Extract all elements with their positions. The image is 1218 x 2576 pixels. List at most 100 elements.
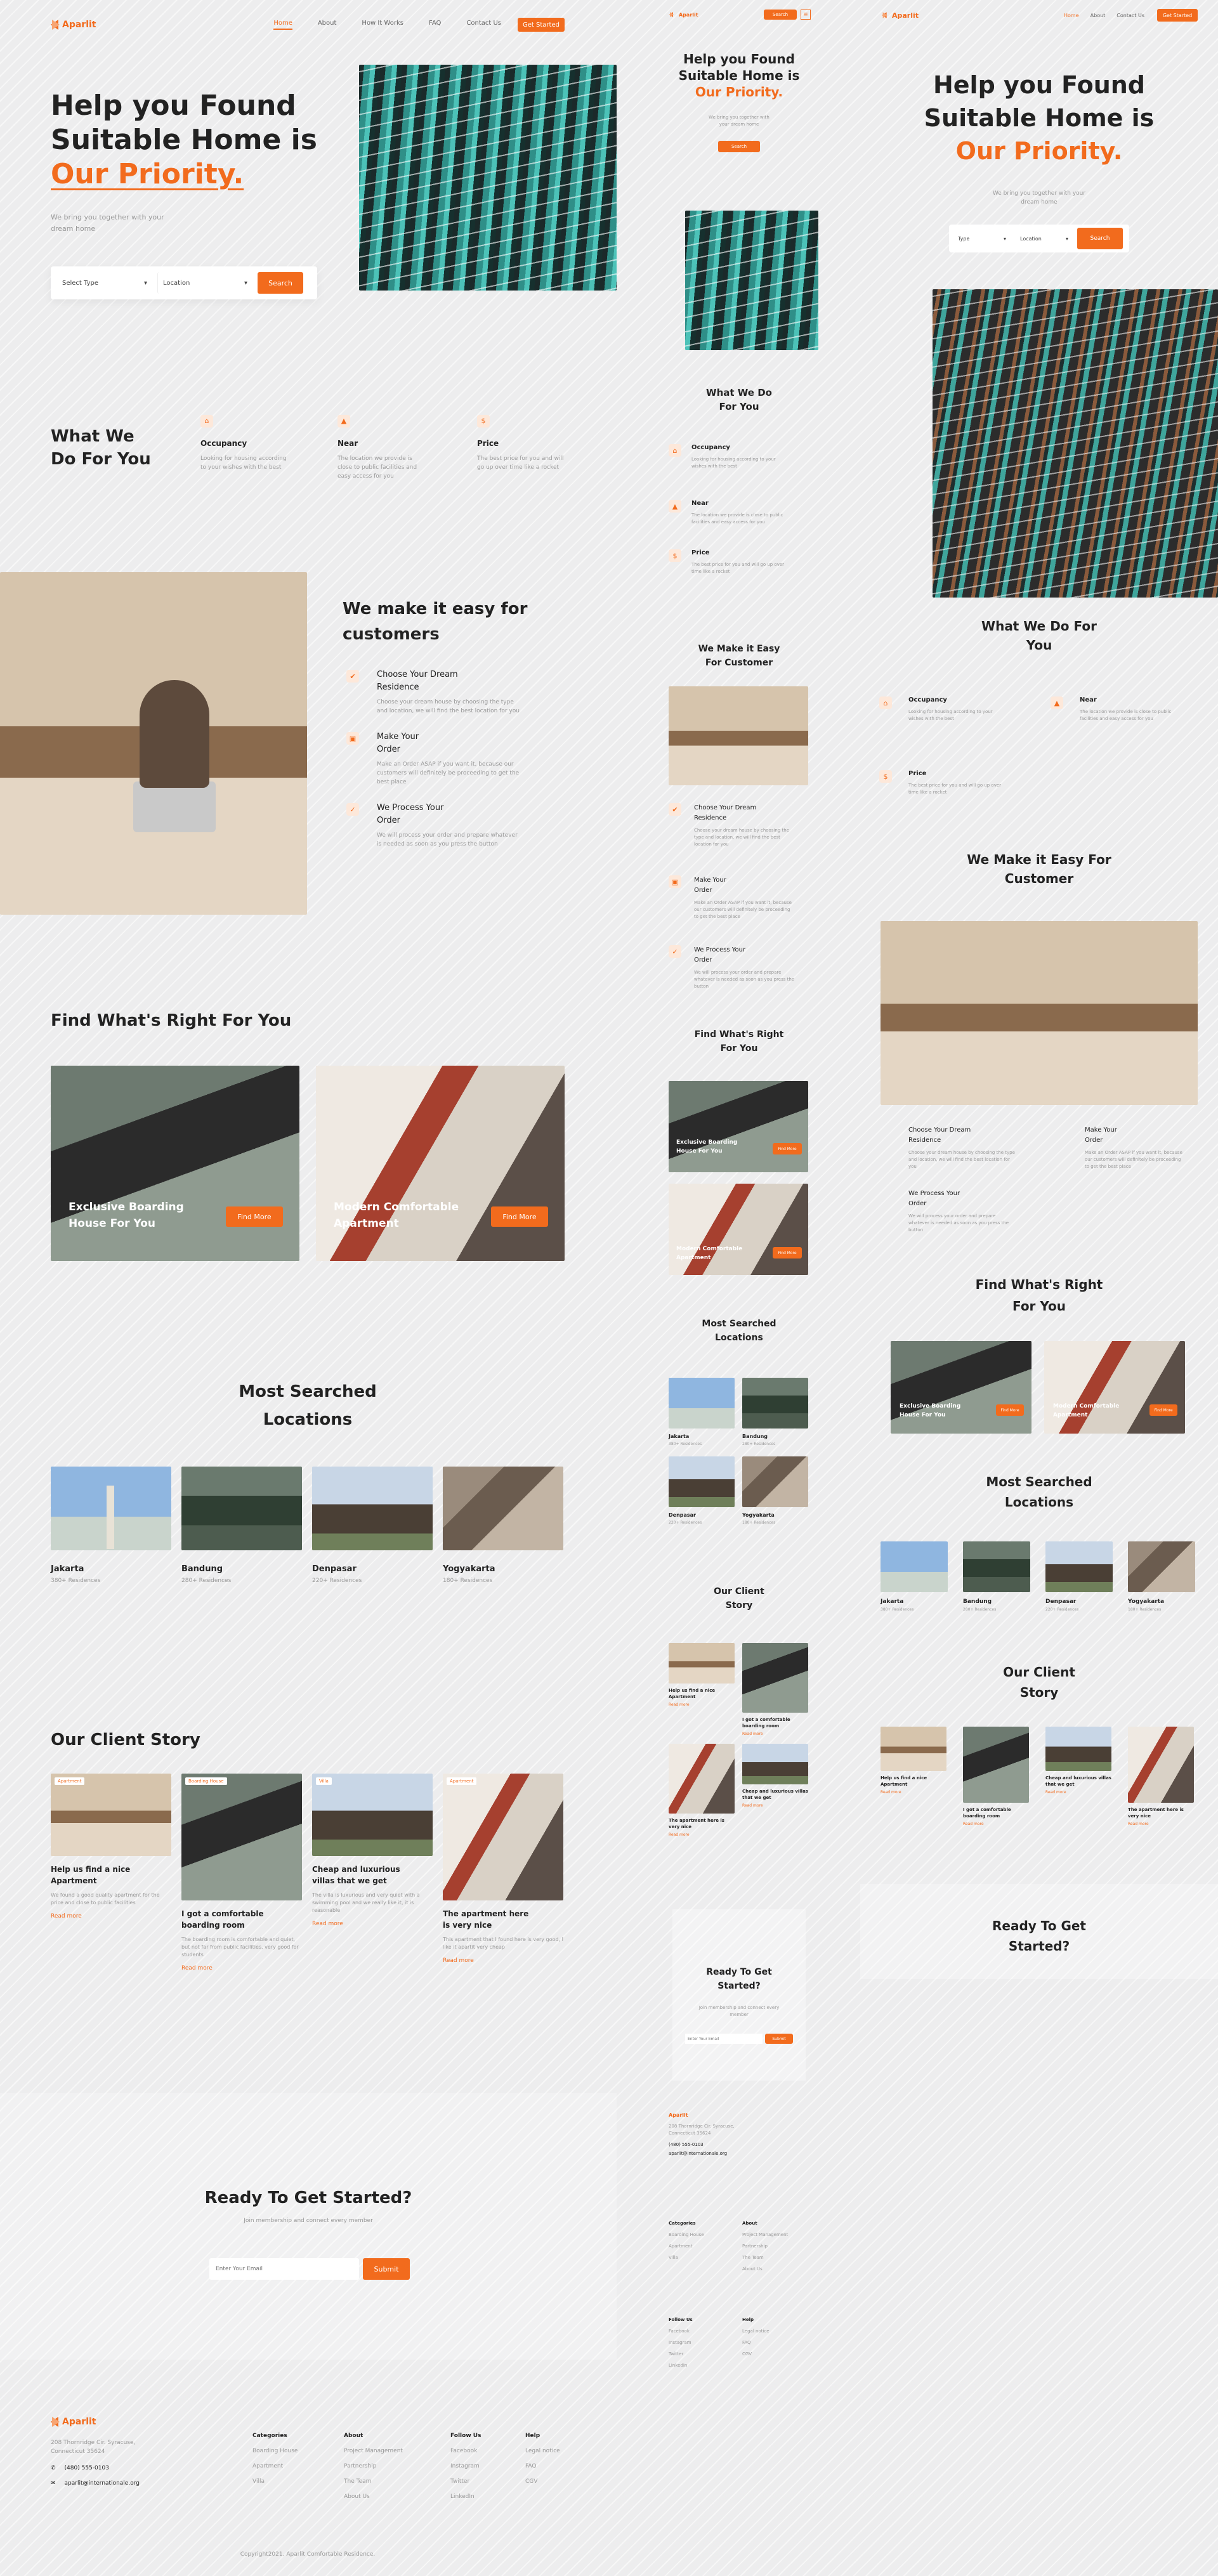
read-more-link[interactable]: Read more — [742, 1803, 808, 1808]
read-more-link[interactable]: Read more — [312, 1921, 433, 1927]
search-button[interactable]: Search — [258, 272, 303, 294]
footer-link[interactable]: Boarding House — [669, 2229, 704, 2240]
footer-link[interactable]: About Us — [344, 2489, 403, 2504]
footer-link[interactable]: The Team — [344, 2474, 403, 2489]
email-input[interactable] — [209, 2258, 359, 2280]
footer-link[interactable]: Legal notice — [742, 2325, 769, 2337]
location-card[interactable]: Jakarta 380+ Residences — [669, 1378, 735, 1446]
find-more-button[interactable]: Find More — [1149, 1404, 1177, 1416]
footer-link[interactable]: Partnership — [344, 2459, 403, 2474]
nav-faq[interactable]: FAQ — [429, 20, 441, 30]
nav-home[interactable]: Home — [1064, 13, 1079, 18]
apartment-card[interactable]: Modern Comfortable Apartment Find More — [316, 1066, 565, 1261]
footer-link[interactable]: Boarding House — [252, 2443, 298, 2459]
read-more-link[interactable]: Read more — [443, 1958, 563, 1964]
footer-link[interactable]: Partnership — [742, 2240, 788, 2252]
mobile-search-button[interactable]: Search — [764, 10, 797, 20]
location-card[interactable]: Denpasar 220+ Residences — [1045, 1541, 1113, 1612]
brand-logo[interactable]: Aparlit — [881, 10, 919, 20]
read-more-link[interactable]: Read more — [51, 1913, 171, 1919]
footer-logo[interactable]: Aparlit — [669, 2112, 809, 2118]
location-card[interactable]: Yogyakarta 180+ Residences — [1128, 1541, 1195, 1612]
read-more-link[interactable]: Read more — [669, 1833, 735, 1837]
location-card[interactable]: Bandung 280+ Residences — [742, 1378, 808, 1446]
mobile-apartment-card[interactable]: Modern Comfortable Apartment Find More — [669, 1184, 808, 1275]
brand-logo[interactable]: Aparlit — [667, 10, 698, 20]
search-button[interactable]: Search — [1077, 228, 1123, 249]
footer-link[interactable]: FAQ — [742, 2337, 769, 2348]
get-started-button[interactable]: Get Started — [518, 18, 565, 32]
location-card[interactable]: Bandung 280+ Residences — [963, 1541, 1030, 1612]
story-card[interactable]: The apartment here is very nice Read more — [1128, 1727, 1194, 1826]
email-input[interactable] — [685, 2034, 763, 2044]
location-card[interactable]: Jakarta 380+ Residences — [51, 1467, 171, 1584]
type-select[interactable]: Type ▾ — [953, 229, 1011, 248]
tablet-boarding-card[interactable]: Exclusive Boarding House For You Find Mo… — [891, 1341, 1031, 1434]
footer-link[interactable]: Instagram — [450, 2459, 481, 2474]
brand-logo[interactable]: Aparlit — [51, 20, 96, 30]
read-more-link[interactable]: Read more — [1128, 1822, 1194, 1826]
location-card[interactable]: Yogyakarta 180+ Residences — [443, 1467, 563, 1584]
footer-link[interactable]: Project Management — [742, 2229, 788, 2240]
footer-link[interactable]: Apartment — [252, 2459, 298, 2474]
nav-contact[interactable]: Contact Us — [1116, 13, 1144, 18]
footer-link[interactable]: Facebook — [450, 2443, 481, 2459]
story-card[interactable]: Boarding House I got a comfortable board… — [181, 1774, 302, 1971]
nav-about[interactable]: About — [318, 20, 337, 30]
footer-link[interactable]: Facebook — [669, 2325, 693, 2337]
read-more-link[interactable]: Read more — [181, 1965, 302, 1971]
read-more-link[interactable]: Read more — [881, 1790, 946, 1795]
footer-link[interactable]: Twitter — [669, 2348, 693, 2360]
type-select[interactable]: Select Type ▾ — [57, 272, 152, 294]
footer-link[interactable]: LinkedIn — [669, 2360, 693, 2371]
story-card[interactable]: Cheap and luxurious villas that we get Re… — [742, 1744, 808, 1837]
find-more-button[interactable]: Find More — [226, 1206, 283, 1227]
nav-about[interactable]: About — [1090, 13, 1106, 18]
mobile-boarding-card[interactable]: Exclusive Boarding House For You Find Mo… — [669, 1081, 808, 1172]
find-more-button[interactable]: Find More — [773, 1247, 802, 1259]
read-more-link[interactable]: Read more — [742, 1732, 808, 1736]
footer-link[interactable]: Legal notice — [525, 2443, 560, 2459]
menu-icon[interactable]: ≡ — [801, 10, 811, 20]
story-card[interactable]: I got a comfortable boarding room Read mo… — [742, 1643, 808, 1736]
location-card[interactable]: Yogyakarta 180+ Residences — [742, 1456, 808, 1525]
story-card[interactable]: Help us find a nice Apartment Read more — [669, 1643, 735, 1736]
find-more-button[interactable]: Find More — [996, 1404, 1024, 1416]
tablet-apartment-card[interactable]: Modern Comfortable Apartment Find More — [1044, 1341, 1185, 1434]
nav-contact[interactable]: Contact Us — [466, 20, 501, 30]
story-card[interactable]: Villa Cheap and luxurious villas that we… — [312, 1774, 433, 1927]
footer-link[interactable]: Villa — [669, 2252, 704, 2263]
story-card[interactable]: Help us find a nice Apartment Read more — [881, 1727, 946, 1826]
footer-link[interactable]: The Team — [742, 2252, 788, 2263]
location-card[interactable]: Denpasar 220+ Residences — [312, 1467, 433, 1584]
footer-link[interactable]: CGV — [525, 2474, 560, 2489]
footer-link[interactable]: Project Management — [344, 2443, 403, 2459]
nav-home[interactable]: Home — [273, 20, 292, 30]
story-card[interactable]: The apartment here is very nice Read more — [669, 1744, 735, 1837]
footer-link[interactable]: Twitter — [450, 2474, 481, 2489]
find-more-button[interactable]: Find More — [491, 1206, 548, 1227]
boarding-house-card[interactable]: Exclusive Boarding House For You Find Mo… — [51, 1066, 299, 1261]
location-select[interactable]: Location ▾ — [1015, 229, 1073, 248]
location-card[interactable]: Denpasar 220+ Residences — [669, 1456, 735, 1525]
footer-link[interactable]: Villa — [252, 2474, 298, 2489]
footer-link[interactable]: CGV — [742, 2348, 769, 2360]
submit-button[interactable]: Submit — [765, 2034, 793, 2044]
read-more-link[interactable]: Read more — [1045, 1790, 1111, 1795]
location-select[interactable]: Location ▾ — [157, 272, 252, 294]
footer-link[interactable]: About Us — [742, 2263, 788, 2275]
story-card[interactable]: Apartment The apartment here is very nic… — [443, 1774, 563, 1964]
find-more-button[interactable]: Find More — [773, 1143, 802, 1154]
read-more-link[interactable]: Read more — [669, 1703, 735, 1707]
location-card[interactable]: Bandung 280+ Residences — [181, 1467, 302, 1584]
submit-button[interactable]: Submit — [363, 2258, 410, 2280]
mobile-hero-search-button[interactable]: Search — [718, 141, 760, 152]
footer-logo[interactable]: Aparlit — [51, 2417, 565, 2427]
story-card[interactable]: Cheap and luxurious villas that we get Re… — [1045, 1727, 1111, 1826]
read-more-link[interactable]: Read more — [963, 1822, 1029, 1826]
get-started-button[interactable]: Get Started — [1157, 9, 1198, 22]
nav-how-it-works[interactable]: How It Works — [362, 20, 403, 30]
story-card[interactable]: I got a comfortable boarding room Read mo… — [963, 1727, 1029, 1826]
footer-link[interactable]: LinkedIn — [450, 2489, 481, 2504]
location-card[interactable]: Jakarta 380+ Residences — [881, 1541, 948, 1612]
